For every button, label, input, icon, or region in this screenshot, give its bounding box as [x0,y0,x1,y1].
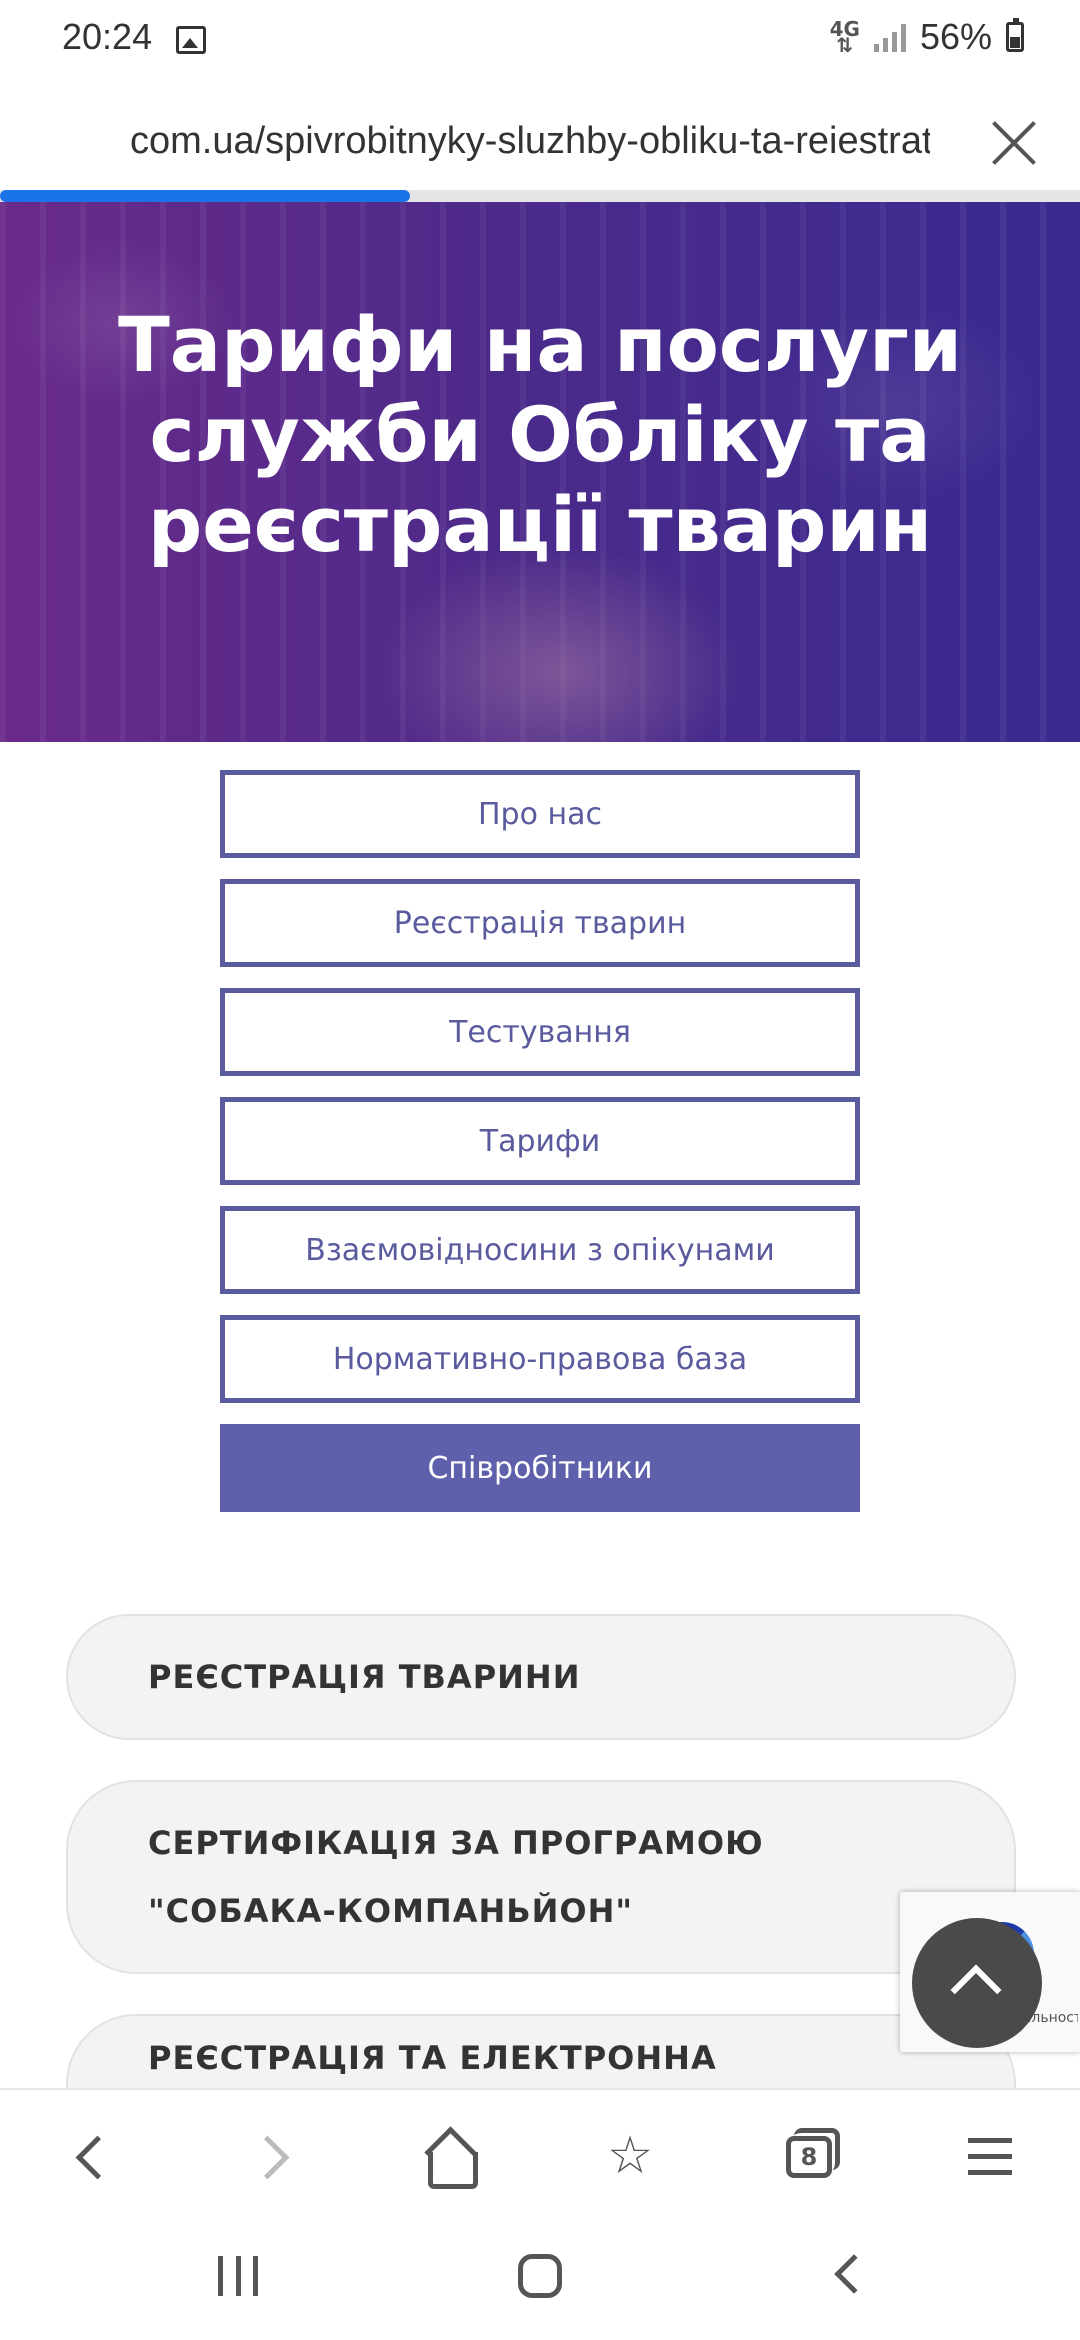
network-type-icon: 4G ⇅ [829,17,860,57]
status-bar: 20:24 4G ⇅ 56% [0,0,1080,80]
battery-percent: 56% [919,16,992,57]
bookmark-star-icon[interactable]: ☆ [590,2116,670,2196]
address-bar: com.ua/spivrobitnyky-sluzhby-obliku-ta-r… [0,80,1080,190]
url-field[interactable]: com.ua/spivrobitnyky-sluzhby-obliku-ta-r… [130,120,930,163]
nav-button-guardians[interactable]: Взаємовідносини з опікунами [220,1206,860,1294]
nav-button-legal-base[interactable]: Нормативно-правова база [220,1315,860,1403]
network-type-label: 4G [829,17,860,41]
nav-button-staff[interactable]: Співробітники [220,1424,860,1512]
battery-icon [1006,18,1024,52]
menu-icon[interactable] [950,2116,1030,2196]
back-icon[interactable] [48,2116,128,2196]
accordion-item-animal-registration[interactable]: РЕЄСТРАЦІЯ ТВАРИНИ [66,1614,1016,1740]
page-load-progress [0,190,1080,202]
page-load-progress-fill [0,190,411,202]
section-nav: Про нас Реєстрація тварин Тестування Тар… [220,770,860,1533]
recent-apps-icon[interactable] [218,2256,258,2296]
nav-button-testing[interactable]: Тестування [220,988,860,1076]
accordion-item-label: РЕЄСТРАЦІЯ ТВАРИНИ [148,1658,581,1696]
hero-banner: Тарифи на послуги служби Обліку та реєст… [0,202,1080,742]
accordion-item-companion-dog-certification[interactable]: СЕРТИФІКАЦІЯ ЗА ПРОГРАМОЮ "СОБАКА-КОМПАН… [66,1780,1016,1974]
nav-button-about[interactable]: Про нас [220,770,860,858]
home-icon[interactable] [410,2116,490,2196]
accordion-item-label: СЕРТИФІКАЦІЯ ЗА ПРОГРАМОЮ "СОБАКА-КОМПАН… [148,1824,764,1930]
browser-toolbar: ☆ 8 [0,2088,1080,2218]
system-home-icon[interactable] [518,2254,562,2298]
tabs-count: 8 [786,2136,832,2178]
forward-icon[interactable] [232,2116,312,2196]
nav-button-tariffs[interactable]: Тарифи [220,1097,860,1185]
scroll-to-top-button[interactable] [912,1918,1042,2048]
gallery-notification-icon [176,26,206,54]
system-back-icon[interactable] [834,2254,874,2294]
chevron-up-icon [950,1964,1002,2016]
close-icon[interactable] [988,116,1040,168]
signal-icon [873,22,906,52]
tabs-button[interactable]: 8 [770,2116,850,2196]
page-title: Тарифи на послуги служби Обліку та реєст… [117,300,963,569]
status-time: 20:24 [62,16,153,57]
system-navigation-bar [0,2218,1080,2340]
nav-button-animal-registration[interactable]: Реєстрація тварин [220,879,860,967]
status-right: 4G ⇅ 56% [830,16,1024,58]
